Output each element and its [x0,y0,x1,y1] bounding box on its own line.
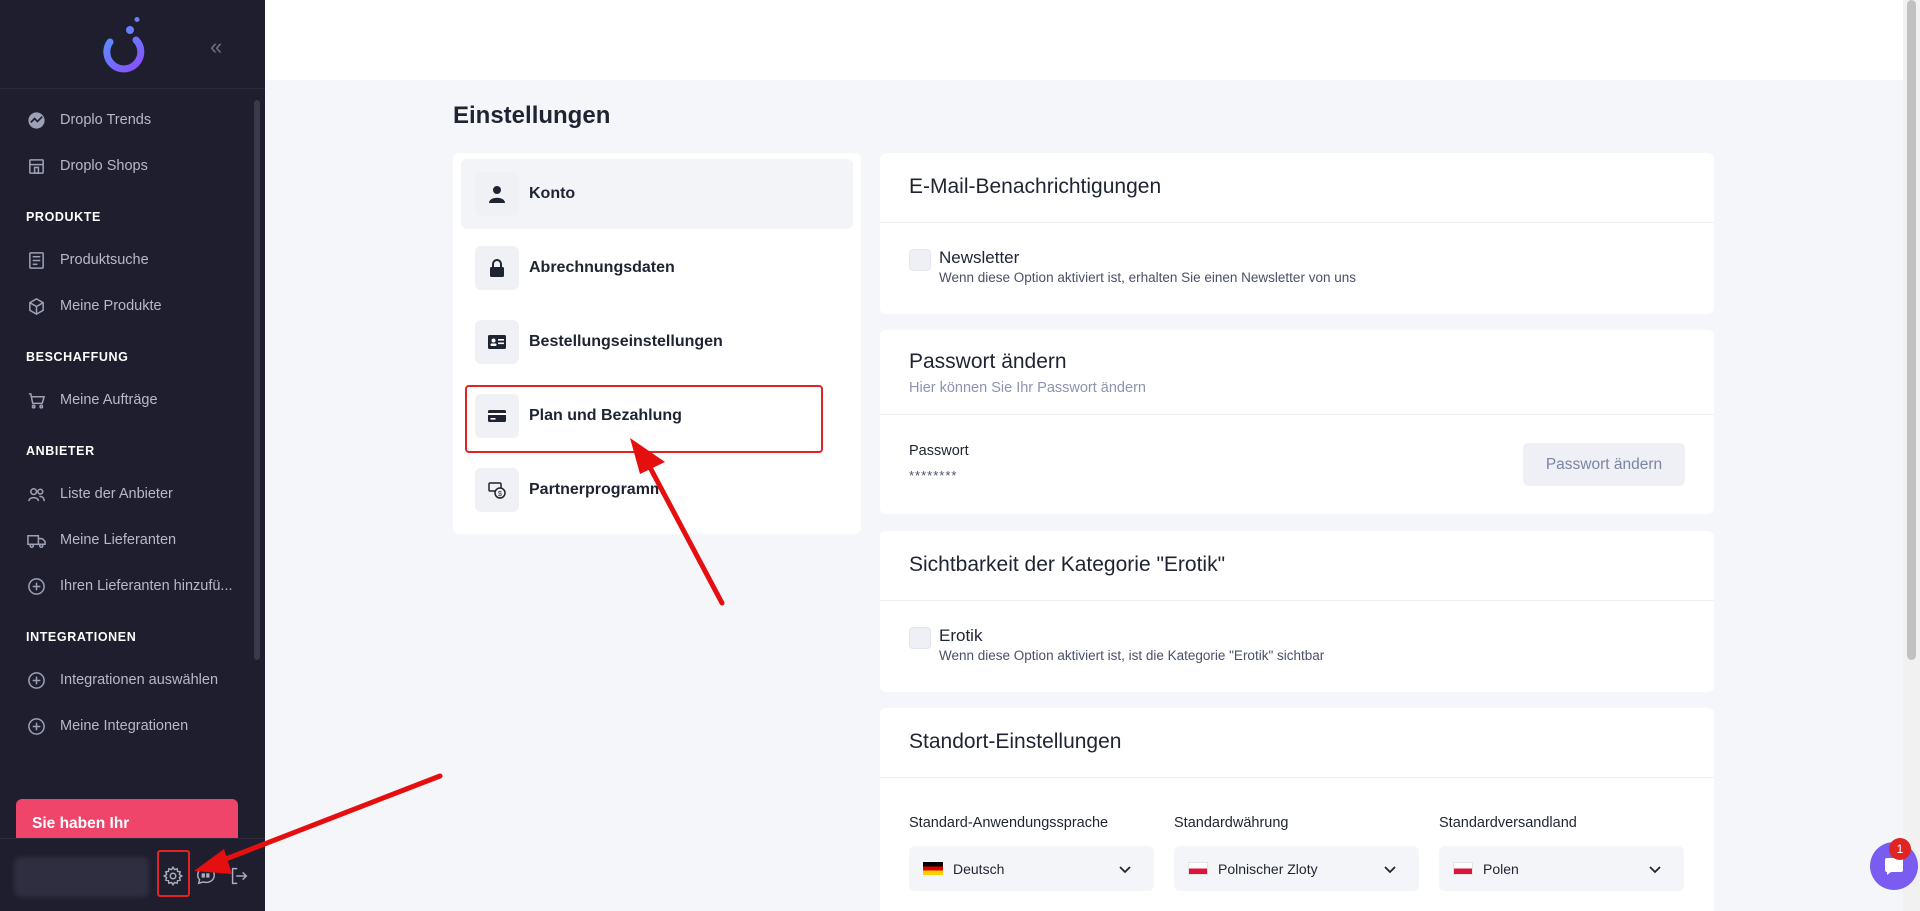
plus-circle-icon [26,670,46,690]
trend-icon [26,110,46,130]
collapse-sidebar-icon[interactable]: « [210,34,222,60]
password-value: ******** [909,468,958,483]
chevron-down-icon [1649,865,1661,873]
settings-menu-label: Konto [529,185,576,202]
sidebar-item-label: Meine Produkte [60,298,162,314]
settings-menu-item-partnerprogramm[interactable]: $ Partnerprogramm [461,455,853,525]
newsletter-description: Wenn diese Option aktiviert ist, erhalte… [939,270,1356,285]
section-title-produkte: PRODUKTE [26,210,101,224]
card-title: E-Mail-Benachrichtigungen [909,175,1162,198]
sidebar-item-lieferanten-hinzufuegen[interactable]: Ihren Lieferanten hinzufü... [0,563,254,609]
language-label: Standard-Anwendungssprache [909,815,1109,831]
poland-flag-icon [1188,862,1208,875]
card-title: Passwort ändern [909,350,1067,373]
sidebar-bottom-bar [0,838,265,911]
user-icon [475,172,519,216]
currency-value: Polnischer Zloty [1218,860,1318,877]
location-settings-card: Standort-Einstellungen Standard-Anwendun… [880,708,1714,911]
language-value: Deutsch [953,860,1005,877]
card-title: Standort-Einstellungen [909,730,1122,753]
card-subtitle: Hier können Sie Ihr Passwort ändern [909,380,1146,396]
sidebar-item-meine-produkte[interactable]: Meine Produkte [0,283,254,329]
truck-icon [26,530,46,550]
sidebar-item-droplo-shops[interactable]: Droplo Shops [0,143,254,189]
users-icon [26,484,46,504]
lock-icon [475,246,519,290]
page-title: Einstellungen [453,102,611,129]
plus-circle-icon [26,716,46,736]
currency-label: Standardwährung [1174,815,1289,831]
sidebar-item-meine-auftraege[interactable]: Meine Aufträge [0,377,254,423]
settings-menu-item-abrechnungsdaten[interactable]: Abrechnungsdaten [461,233,853,303]
sidebar-nav: Droplo Trends Droplo Shops PRODUKTE Prod… [0,89,254,749]
gear-highlight-box [157,850,190,897]
svg-text:$: $ [498,491,502,498]
erotik-checkbox[interactable] [909,627,931,649]
droplo-logo[interactable] [96,16,148,78]
sidebar-item-label: Droplo Trends [60,112,152,128]
password-card: Passwort ändern Hier können Sie Ihr Pass… [880,330,1714,514]
erotik-description: Wenn diese Option aktiviert ist, ist die… [939,648,1325,663]
settings-menu-label: Partnerprogramm [529,481,665,498]
sidebar-item-label: Produktsuche [60,252,149,268]
sidebar-item-liste-der-anbieter[interactable]: Liste der Anbieter [0,471,254,517]
sidebar-item-label: Meine Lieferanten [60,532,177,548]
change-password-button[interactable]: Passwort ändern [1523,443,1685,486]
sidebar-item-meine-integrationen[interactable]: Meine Integrationen [0,703,254,749]
chevron-down-icon [1384,865,1396,873]
sidebar-item-label: Droplo Shops [60,158,148,174]
sidebar-item-label: Meine Aufträge [60,392,158,408]
chat-notification-badge: 1 [1889,838,1911,860]
currency-select[interactable]: Polnischer Zloty [1174,846,1419,891]
sidebar-scrollbar[interactable] [254,100,260,660]
feedback-quote-icon[interactable] [195,865,217,887]
settings-menu-label: Bestellungseinstellungen [529,333,723,350]
page-scrollbar[interactable] [1903,0,1920,911]
money-transfer-icon: $ [475,468,519,512]
shop-icon [26,156,46,176]
sidebar-item-droplo-trends[interactable]: Droplo Trends [0,97,254,143]
erotik-label: Erotik [939,626,983,645]
top-bar [265,0,1903,80]
cart-icon [26,390,46,410]
plan-highlight-box [465,385,823,453]
logout-icon[interactable] [228,865,250,887]
sidebar: « Droplo Trends Droplo Shops PRODUKTE Pr… [0,0,265,911]
chevron-down-icon [1119,865,1131,873]
settings-menu: Konto Abrechnungsdaten Bestellungseinste… [453,153,861,534]
sidebar-item-label: Meine Integrationen [60,718,189,734]
page-scrollbar-thumb[interactable] [1907,0,1916,660]
erotik-visibility-card: Sichtbarkeit der Kategorie "Erotik" Erot… [880,531,1714,692]
shipping-country-label: Standardversandland [1439,815,1577,831]
id-card-icon [475,320,519,364]
sidebar-item-label: Ihren Lieferanten hinzufü... [60,578,233,594]
germany-flag-icon [923,862,943,875]
newsletter-label: Newsletter [939,248,1020,267]
shipping-country-select[interactable]: Polen [1439,846,1684,891]
box-icon [26,296,46,316]
language-select[interactable]: Deutsch [909,846,1154,891]
sidebar-item-meine-lieferanten[interactable]: Meine Lieferanten [0,517,254,563]
card-title: Sichtbarkeit der Kategorie "Erotik" [909,553,1226,576]
shipping-country-value: Polen [1483,860,1519,877]
settings-menu-item-konto[interactable]: Konto [461,159,853,229]
plus-circle-icon [26,576,46,596]
email-notifications-card: E-Mail-Benachrichtigungen Newsletter Wen… [880,153,1714,314]
sidebar-item-integrationen-auswaehlen[interactable]: Integrationen auswählen [0,657,254,703]
poland-flag-icon [1453,862,1473,875]
section-title-beschaffung: BESCHAFFUNG [26,350,129,364]
password-label: Passwort [909,443,969,459]
settings-menu-label: Abrechnungsdaten [529,259,675,276]
user-profile-blurred[interactable] [14,857,149,897]
sidebar-item-label: Liste der Anbieter [60,486,173,502]
section-title-integrationen: INTEGRATIONEN [26,630,137,644]
search-list-icon [26,250,46,270]
section-title-anbieter: ANBIETER [26,444,95,458]
newsletter-checkbox[interactable] [909,249,931,271]
sidebar-item-label: Integrationen auswählen [60,672,219,688]
logo-bar: « [0,0,265,89]
sidebar-item-produktsuche[interactable]: Produktsuche [0,237,254,283]
settings-menu-item-bestellungseinstellungen[interactable]: Bestellungseinstellungen [461,307,853,377]
